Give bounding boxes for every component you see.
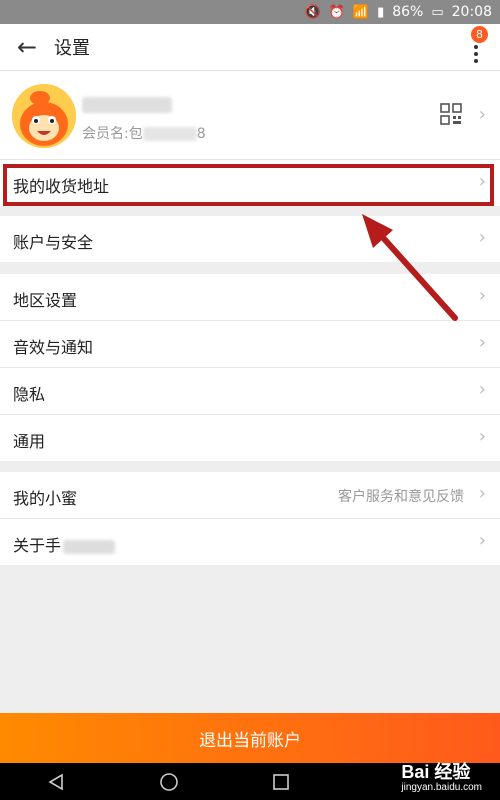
section-account: 账户与安全 › [0, 216, 500, 262]
nav-back-button[interactable] [36, 767, 76, 797]
profile-card[interactable]: 会员名:包 8 › [0, 71, 500, 160]
row-my-assistant[interactable]: 我的小蜜 客户服务和意见反馈 › [0, 472, 500, 519]
back-button[interactable]: ← [0, 24, 54, 70]
page-title: 设置 [54, 38, 90, 59]
arrow-left-icon: ← [16, 33, 38, 61]
section-support: 我的小蜜 客户服务和意见反馈 › 关于手 › [0, 472, 500, 565]
row-label: 关于手 [13, 532, 116, 556]
notification-badge: 8 [471, 26, 488, 43]
row-label: 我的小蜜 [13, 489, 78, 508]
battery-icon: ▭ [431, 4, 444, 20]
row-general[interactable]: 通用 › [0, 415, 500, 461]
app-bar: ← 设置 8 [0, 24, 500, 71]
row-sound-notifications[interactable]: 音效与通知 › [0, 321, 500, 368]
circle-home-icon [159, 772, 178, 791]
chevron-right-icon: › [478, 483, 486, 504]
member-id: 会员名:包 8 [82, 123, 206, 143]
watermark: Bai 经验 jingyan.baidu.com [401, 758, 482, 793]
watermark-sub: jingyan.baidu.com [401, 782, 482, 793]
about-label-text: 关于手 [13, 536, 62, 555]
row-label: 账户与安全 [13, 233, 94, 252]
member-label: 会员名:包 [82, 126, 143, 142]
row-value: 客户服务和意见反馈 [338, 489, 464, 505]
chevron-right-icon: › [478, 227, 486, 248]
row-label: 通用 [13, 432, 46, 451]
chevron-right-icon: › [478, 104, 486, 125]
chevron-right-icon: › [478, 379, 486, 400]
section-preferences: 地区设置 › 音效与通知 › 隐私 › 通用 › [0, 274, 500, 461]
nav-home-button[interactable] [149, 767, 189, 797]
battery-level: 86% [392, 4, 424, 20]
row-about[interactable]: 关于手 › [0, 519, 500, 565]
wifi-icon: 📶 [352, 4, 370, 20]
watermark-text: Bai 经验 [401, 762, 471, 782]
avatar[interactable] [12, 84, 76, 148]
chevron-right-icon: › [478, 332, 486, 353]
logout-button[interactable]: 退出当前账户 [0, 713, 500, 763]
row-shipping-address[interactable]: 我的收货地址 › [0, 160, 500, 206]
redacted-member-id [142, 127, 197, 141]
chevron-right-icon: › [478, 171, 486, 192]
row-privacy[interactable]: 隐私 › [0, 368, 500, 415]
more-vertical-icon [474, 45, 478, 63]
section-address: 我的收货地址 › [0, 160, 500, 206]
row-label: 隐私 [13, 385, 46, 404]
row-region-settings[interactable]: 地区设置 › [0, 274, 500, 321]
user-name [82, 95, 172, 115]
nav-recents-button[interactable] [261, 767, 301, 797]
row-label: 地区设置 [13, 291, 78, 310]
redacted-name [82, 97, 172, 113]
mascot-avatar-icon [12, 84, 76, 148]
square-recents-icon [273, 773, 290, 790]
alarm-icon: ⏰ [328, 4, 345, 20]
row-label: 我的收货地址 [13, 177, 110, 196]
chevron-right-icon: › [478, 530, 486, 551]
row-account-security[interactable]: 账户与安全 › [0, 216, 500, 262]
status-bar: 🔇 ⏰ 📶 ▮ 86% ▭ 20:08 [0, 0, 500, 24]
signal-icon: ▮ [377, 4, 385, 20]
member-suffix: 8 [196, 126, 206, 142]
mute-icon: 🔇 [304, 4, 321, 20]
chevron-right-icon: › [478, 285, 486, 306]
row-label: 音效与通知 [13, 338, 94, 357]
logout-label: 退出当前账户 [199, 730, 301, 751]
triangle-back-icon [48, 773, 64, 790]
redacted-app-name [63, 539, 116, 554]
qr-code-icon[interactable] [440, 103, 462, 125]
chevron-right-icon: › [478, 426, 486, 447]
clock: 20:08 [451, 4, 492, 20]
